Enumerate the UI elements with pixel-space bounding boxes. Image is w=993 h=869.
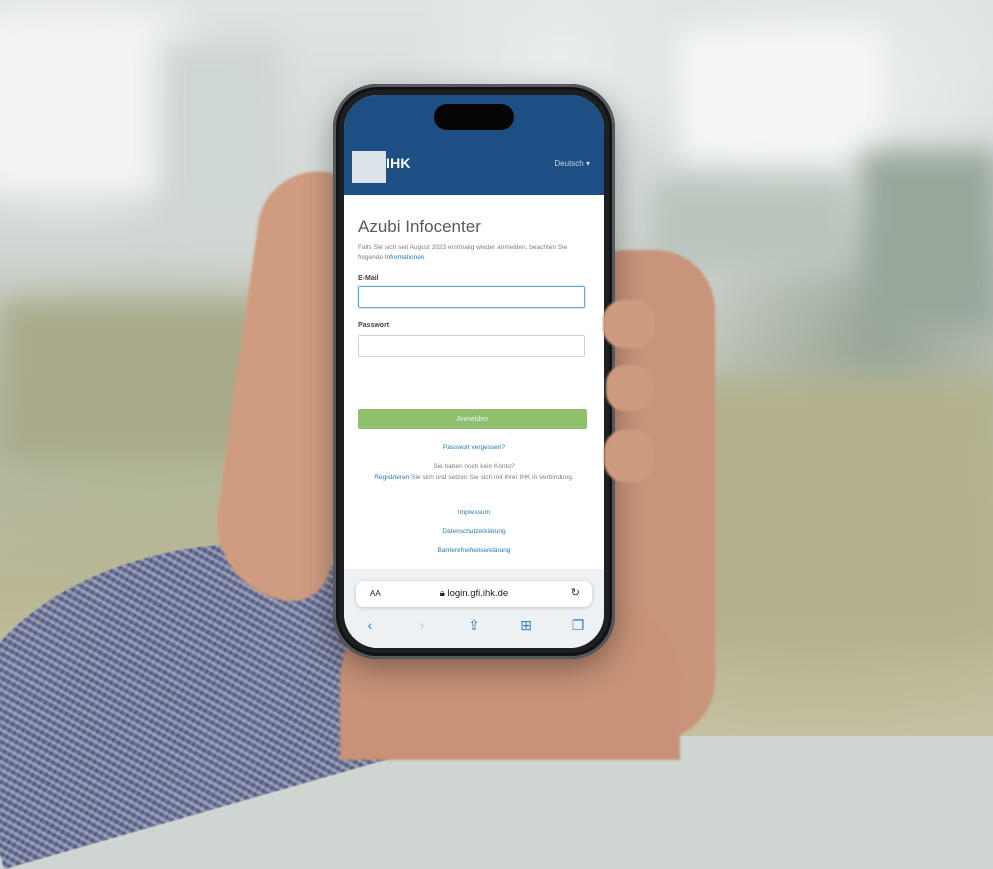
browser-toolbar: ‹ › ⇪ ⊞ ❐: [344, 615, 604, 635]
url-display: 🔒︎ login.gfi.ihk.de: [356, 588, 592, 599]
page-title: Azubi Infocenter: [358, 217, 481, 236]
bookmarks-icon[interactable]: ⊞: [514, 617, 538, 634]
address-bar[interactable]: AA 🔒︎ login.gfi.ihk.de ↻: [356, 581, 592, 607]
tabs-icon[interactable]: ❐: [566, 617, 590, 634]
login-button[interactable]: Anmelden: [358, 409, 587, 429]
forward-icon[interactable]: ›: [410, 617, 434, 633]
info-link[interactable]: Informationen: [385, 254, 425, 261]
phone: IHK Deutsch ▾ Azubi Infocenter Falls Sie…: [333, 84, 615, 659]
login-form: Azubi Infocenter Falls Sie sich seit Aug…: [344, 195, 604, 565]
language-label: Deutsch: [554, 159, 584, 168]
finger: [603, 300, 655, 348]
url-text: login.gfi.ihk.de: [447, 588, 509, 599]
password-label: Passwort: [358, 322, 390, 329]
finger: [606, 365, 654, 411]
finger: [604, 430, 654, 482]
forgot-password-link[interactable]: Passwort vergessen?: [344, 444, 604, 451]
reload-icon[interactable]: ↻: [571, 586, 580, 599]
language-selector[interactable]: Deutsch ▾: [554, 159, 590, 168]
chevron-down-icon: ▾: [585, 159, 590, 168]
lock-icon: 🔒︎: [439, 588, 445, 599]
register-text: Registrieren Sie sich und setzen Sie sic…: [364, 473, 584, 483]
back-icon[interactable]: ‹: [358, 617, 382, 633]
share-icon[interactable]: ⇪: [462, 617, 486, 634]
email-field[interactable]: [358, 286, 585, 308]
logo-text: IHK: [386, 155, 411, 171]
register-sentence: Sie sich und setzen Sie sich mit Ihrer I…: [411, 474, 574, 481]
register-link[interactable]: Registrieren: [374, 474, 409, 481]
password-field[interactable]: [358, 335, 585, 357]
privacy-link[interactable]: Datenschutzerklärung: [344, 528, 604, 535]
intro-text: Falls Sie sich seit August 2023 erstmali…: [358, 243, 588, 263]
no-account-text: Sie haben noch kein Konto?: [433, 463, 515, 470]
dynamic-island: [434, 104, 514, 130]
ihk-logo-icon: [352, 151, 386, 183]
phone-screen: IHK Deutsch ▾ Azubi Infocenter Falls Sie…: [344, 95, 604, 648]
accessibility-link[interactable]: Barrierefreiheitserklärung: [344, 547, 604, 554]
email-label: E-Mail: [358, 275, 379, 282]
imprint-link[interactable]: Impressum: [344, 509, 604, 516]
